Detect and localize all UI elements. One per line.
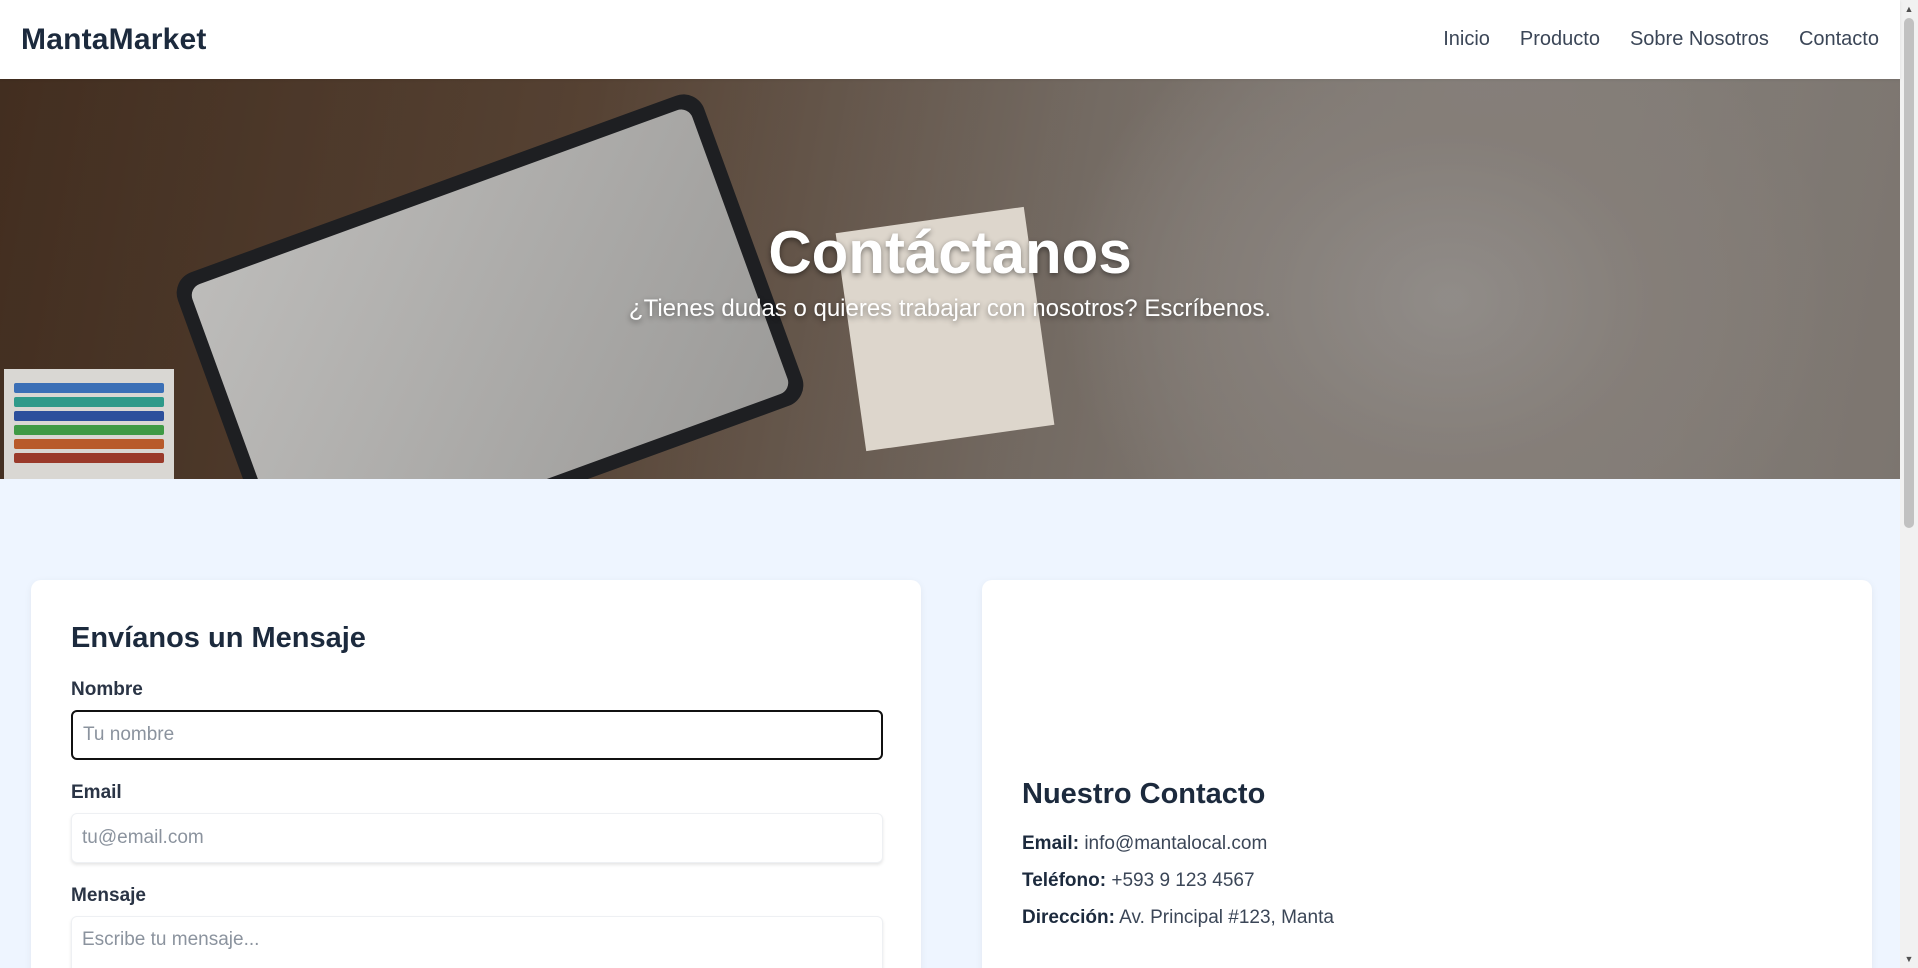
scroll-down-arrow-icon[interactable]: ▼ xyxy=(1900,950,1918,968)
contact-info-title: Nuestro Contacto xyxy=(1022,778,1266,810)
email-label: Email xyxy=(71,782,122,803)
contact-form-card: Envíanos un Mensaje Nombre Email Mensaje xyxy=(31,580,921,968)
contact-info-card: Nuestro Contacto Email: info@mantalocal.… xyxy=(982,580,1872,968)
contact-email-row: Email: info@mantalocal.com xyxy=(1022,833,1832,855)
navbar: MantaMarket Inicio Producto Sobre Nosotr… xyxy=(0,0,1900,79)
hero-title: Contáctanos xyxy=(768,218,1132,286)
scroll-up-arrow-icon[interactable]: ▲ xyxy=(1900,0,1918,18)
nav-link-inicio[interactable]: Inicio xyxy=(1443,28,1490,51)
name-label: Nombre xyxy=(71,679,143,700)
nav-link-sobre-nosotros[interactable]: Sobre Nosotros xyxy=(1630,28,1769,51)
contact-email-value: info@mantalocal.com xyxy=(1084,833,1268,854)
form-title: Envíanos un Mensaje xyxy=(71,622,366,654)
nav-links: Inicio Producto Sobre Nosotros Contacto xyxy=(1443,28,1879,51)
hero-content: Contáctanos ¿Tienes dudas o quieres trab… xyxy=(0,79,1900,479)
scrollbar-thumb[interactable] xyxy=(1904,18,1914,528)
contact-phone-value: +593 9 123 4567 xyxy=(1111,870,1255,891)
vertical-scrollbar[interactable]: ▲ ▼ xyxy=(1900,0,1918,968)
contact-phone-row: Teléfono: +593 9 123 4567 xyxy=(1022,870,1832,892)
contact-address-label: Dirección: xyxy=(1022,907,1115,928)
contact-address-value: Av. Principal #123, Manta xyxy=(1119,907,1334,928)
hero-banner: Contáctanos ¿Tienes dudas o quieres trab… xyxy=(0,79,1900,479)
contact-phone-label: Teléfono: xyxy=(1022,870,1107,891)
nav-link-contacto[interactable]: Contacto xyxy=(1799,28,1879,51)
email-input[interactable] xyxy=(71,813,883,863)
nav-link-producto[interactable]: Producto xyxy=(1520,28,1600,51)
brand-logo[interactable]: MantaMarket xyxy=(21,23,207,57)
contact-address-row: Dirección: Av. Principal #123, Manta xyxy=(1022,907,1832,929)
contact-email-label: Email: xyxy=(1022,833,1080,854)
message-textarea[interactable] xyxy=(71,916,883,968)
name-input[interactable] xyxy=(71,710,883,760)
message-label: Mensaje xyxy=(71,885,146,906)
hero-subtitle: ¿Tienes dudas o quieres trabajar con nos… xyxy=(628,294,1272,322)
